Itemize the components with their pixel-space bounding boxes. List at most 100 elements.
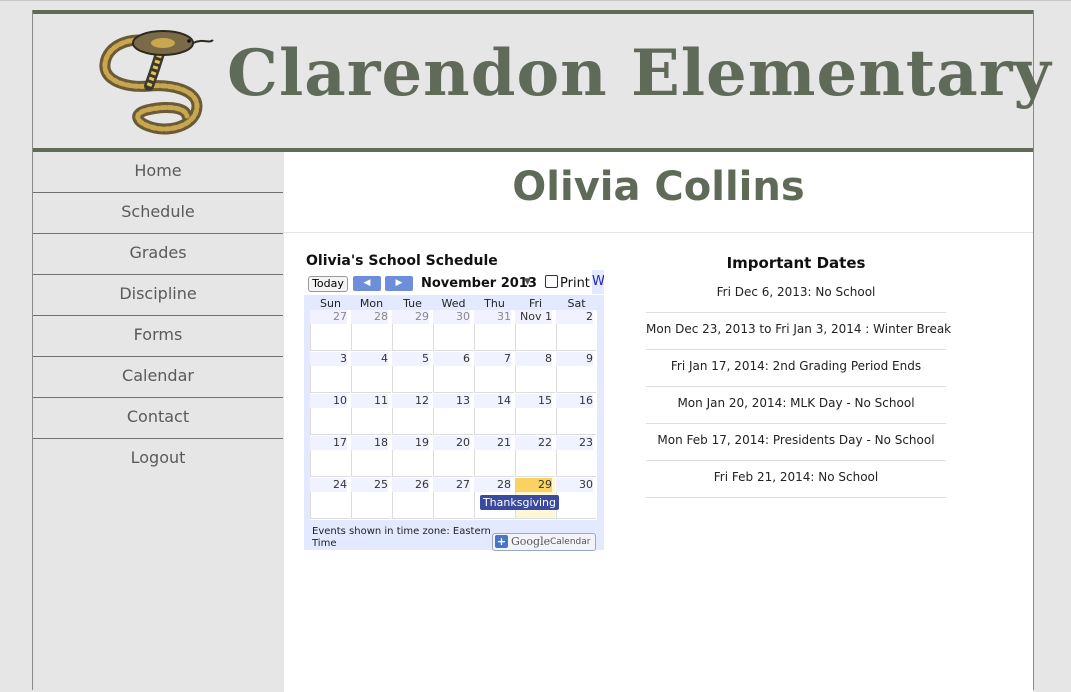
print-label: Print [560,276,590,291]
calendar-day-cell[interactable]: 11 [351,394,391,435]
site-header: Clarendon Elementary [33,10,1051,152]
calendar-day-cell[interactable]: 21 [474,436,514,477]
sidebar-item-forms[interactable]: Forms [33,316,283,357]
sidebar-item-schedule[interactable]: Schedule [33,193,283,234]
next-month-button[interactable]: ▶ [385,276,413,291]
calendar-day-cell[interactable]: 8 [515,352,555,393]
google-logo-text: Google [511,535,551,548]
day-number: 26 [392,478,429,492]
calendar-day-cell[interactable]: 19 [392,436,432,477]
sidebar-item-calendar[interactable]: Calendar [33,357,283,398]
important-date-item: Fri Jan 17, 2014: 2nd Grading Period End… [646,350,946,387]
sidebar-item-home[interactable]: Home [33,152,283,193]
day-number: 10 [310,394,347,408]
calendar-day-cell[interactable]: 15 [515,394,555,435]
calendar-day-cell[interactable]: 24 [310,478,350,519]
calendar-day-cell[interactable]: 22 [515,436,555,477]
day-number: 6 [433,352,470,366]
calendar-day-cell[interactable]: 4 [351,352,391,393]
day-number: 17 [310,436,347,450]
day-number: 28 [351,310,388,324]
day-number: 7 [474,352,511,366]
calendar-toolbar: Today ◀ ▶ November 2013 ▼ Print W [304,270,604,294]
calendar-title: Olivia's School Schedule [306,253,498,269]
calendar-day-cell[interactable]: 28 [351,310,391,351]
calendar-day-cell[interactable]: 3 [310,352,350,393]
calendar-day-cell[interactable]: 13 [433,394,473,435]
day-number: 8 [515,352,552,366]
calendar-day-cell[interactable]: 23 [556,436,596,477]
school-name-title: Clarendon Elementary [227,36,1052,111]
calendar-day-cell[interactable]: 31 [474,310,514,351]
chevron-down-icon[interactable]: ▼ [524,277,531,287]
today-button[interactable]: Today [308,276,348,292]
printer-icon [545,275,558,288]
day-number: 2 [556,310,593,324]
sidebar-item-discipline[interactable]: Discipline [33,275,283,316]
chevron-right-icon: ▶ [395,278,403,288]
important-date-item: Mon Feb 17, 2014: Presidents Day - No Sc… [646,424,946,461]
calendar-day-cell[interactable]: 7 [474,352,514,393]
calendar-day-cell[interactable]: 12 [392,394,432,435]
plus-icon: + [495,535,508,548]
day-number: 24 [310,478,347,492]
calendar-day-cell[interactable]: 5 [392,352,432,393]
calendar-day-cell[interactable]: 6 [433,352,473,393]
sidebar-item-grades[interactable]: Grades [33,234,283,275]
weekday-label: Sun [320,297,341,310]
important-dates-title: Important Dates [726,254,866,272]
day-number: 3 [310,352,347,366]
calendar-day-cell[interactable]: 2 [556,310,596,351]
google-calendar-badge[interactable]: + Google Calendar [492,533,596,551]
day-number: 31 [474,310,511,324]
calendar-day-cell[interactable]: 26 [392,478,432,519]
calendar-event[interactable]: Thanksgiving [480,495,559,510]
day-number: 25 [351,478,388,492]
main-content: Olivia Collins Olivia's School Schedule … [284,152,1033,692]
important-dates-panel: Important Dates Fri Dec 6, 2013: No Scho… [646,248,951,498]
embedded-google-calendar: Olivia's School Schedule Today ◀ ▶ Novem… [304,248,604,551]
calendar-day-cell[interactable]: 30 [433,310,473,351]
calendar-day-cell[interactable]: 25 [351,478,391,519]
calendar-day-cell[interactable]: Nov 1 [515,310,555,351]
sidebar-item-contact[interactable]: Contact [33,398,283,439]
calendar-day-cell[interactable]: 14 [474,394,514,435]
important-date-item: Fri Feb 21, 2014: No School [646,461,946,498]
day-number: 15 [515,394,552,408]
calendar-day-cell[interactable]: 20 [433,436,473,477]
calendar-day-cell[interactable]: 16 [556,394,596,435]
calendar-day-cell[interactable]: 29 [392,310,432,351]
calendar-day-cell[interactable]: 9 [556,352,596,393]
current-month-label: November 2013 [421,276,537,291]
day-number: 27 [433,478,470,492]
student-name-heading: Olivia Collins [512,164,805,210]
chevron-left-icon: ◀ [363,278,371,288]
calendar-day-cell[interactable]: 10 [310,394,350,435]
month-grid: 27 28 29 30 31 Nov 1 2 3 4 5 6 7 8 9 10 11 12 13 14 15 16 17 1… [310,310,597,520]
calendar-day-cell[interactable]: 30 [556,478,596,519]
day-number: Nov 1 [515,310,552,324]
previous-month-button[interactable]: ◀ [353,276,381,291]
sidebar-item-logout[interactable]: Logout [33,439,283,479]
calendar-day-cell[interactable]: 18 [351,436,391,477]
day-number: 9 [556,352,593,366]
cobra-snake-logo [99,30,214,135]
day-number: 29 [515,478,552,492]
tab-week[interactable]: W [592,270,604,294]
timezone-note: Events shown in time zone: Eastern Time [312,526,491,549]
calendar-day-cell[interactable]: 27 [310,310,350,351]
weekday-label: Tue [403,297,422,310]
day-number: 4 [351,352,388,366]
day-number: 16 [556,394,593,408]
month-view: Sun Mon Tue Wed Thu Fri Sat 27 28 29 30 31 Nov 1234… [304,295,604,551]
day-number: 27 [310,310,347,324]
window-top-edge [0,0,1071,1]
print-button[interactable]: Print [545,275,590,291]
weekday-label: Sat [567,297,586,310]
calendar-day-cell[interactable]: 17 [310,436,350,477]
calendar-day-cell[interactable]: 27 [433,478,473,519]
important-date-item: Mon Dec 23, 2013 to Fri Jan 3, 2014 : Wi… [646,313,951,350]
day-number: 30 [556,478,593,492]
day-number: 14 [474,394,511,408]
day-number: 28 [474,478,511,492]
